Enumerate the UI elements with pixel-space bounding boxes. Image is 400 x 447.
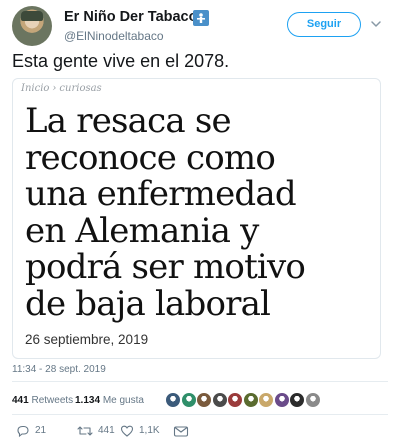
retweet-icon — [77, 426, 93, 436]
liker-avatar[interactable] — [273, 392, 290, 408]
tweet-timestamp[interactable]: 11:34 - 28 sept. 2019 — [12, 364, 106, 375]
headline-line: La resaca se — [25, 101, 232, 141]
display-name[interactable]: Er Niño Der Tabaco — [64, 9, 197, 25]
message-icon — [173, 426, 189, 437]
retweets-stat[interactable]: 441 Retweets — [12, 395, 73, 406]
breadcrumb: Inicio › curiosas — [21, 83, 102, 94]
divider — [12, 381, 388, 382]
likes-stat[interactable]: 1.134 Me gusta — [75, 395, 144, 406]
reply-count: 21 — [35, 425, 47, 436]
tweet-actions: 21 441 1,1K — [12, 421, 388, 441]
article-card[interactable]: Inicio › curiosas La resaca se reconoce co… — [12, 78, 381, 359]
retweets-count: 441 — [12, 395, 29, 406]
engagement-stats: 441 Retweets 1.134 Me gusta — [12, 389, 388, 413]
liker-avatar[interactable] — [242, 392, 259, 408]
headline-line: de baja laboral — [25, 283, 271, 324]
article-headline[interactable]: La resaca se reconoce como una enfermeda… — [25, 103, 375, 322]
headline-line: en Alemania y — [25, 210, 259, 251]
reply-icon — [17, 425, 29, 438]
like-count: 1,1K — [139, 425, 160, 436]
liker-avatar[interactable] — [180, 392, 197, 408]
article-date: 26 septiembre, 2019 — [25, 332, 149, 347]
likes-label: Me gusta — [102, 395, 144, 406]
liker-avatar[interactable] — [227, 392, 243, 408]
liker-avatar[interactable] — [211, 392, 228, 408]
headline-line: podrá ser motivo — [25, 247, 306, 287]
likes-count: 1.134 — [75, 395, 101, 406]
user-handle[interactable]: @ElNinodeltabaco — [64, 29, 164, 43]
liker-avatar[interactable] — [258, 392, 274, 408]
follow-button[interactable]: Seguir — [287, 12, 361, 37]
retweets-label: Retweets — [31, 395, 74, 406]
chevron-down-icon[interactable] — [369, 17, 383, 31]
avatar[interactable] — [12, 6, 52, 46]
breadcrumb-item-curiosas[interactable]: curiosas — [59, 83, 101, 94]
liker-avatar[interactable] — [289, 392, 305, 408]
headline-line: reconoce como — [25, 137, 276, 178]
like-icon — [120, 425, 134, 437]
retweet-count: 441 — [98, 425, 115, 436]
headline-line: una enfermedad — [25, 174, 297, 214]
divider — [12, 414, 388, 415]
breadcrumb-item-inicio[interactable]: Inicio — [21, 83, 49, 94]
liker-avatar[interactable] — [304, 392, 321, 408]
liker-avatar[interactable] — [165, 392, 181, 408]
breadcrumb-separator: › — [52, 83, 57, 94]
tweet-header: Er Niño Der Tabaco @ElNinodeltabaco Segu… — [0, 0, 400, 50]
tweet-text: Esta gente vive en el 2078. — [12, 51, 230, 71]
cigarette-emoji-icon — [193, 10, 209, 26]
liker-avatar[interactable] — [196, 392, 212, 408]
